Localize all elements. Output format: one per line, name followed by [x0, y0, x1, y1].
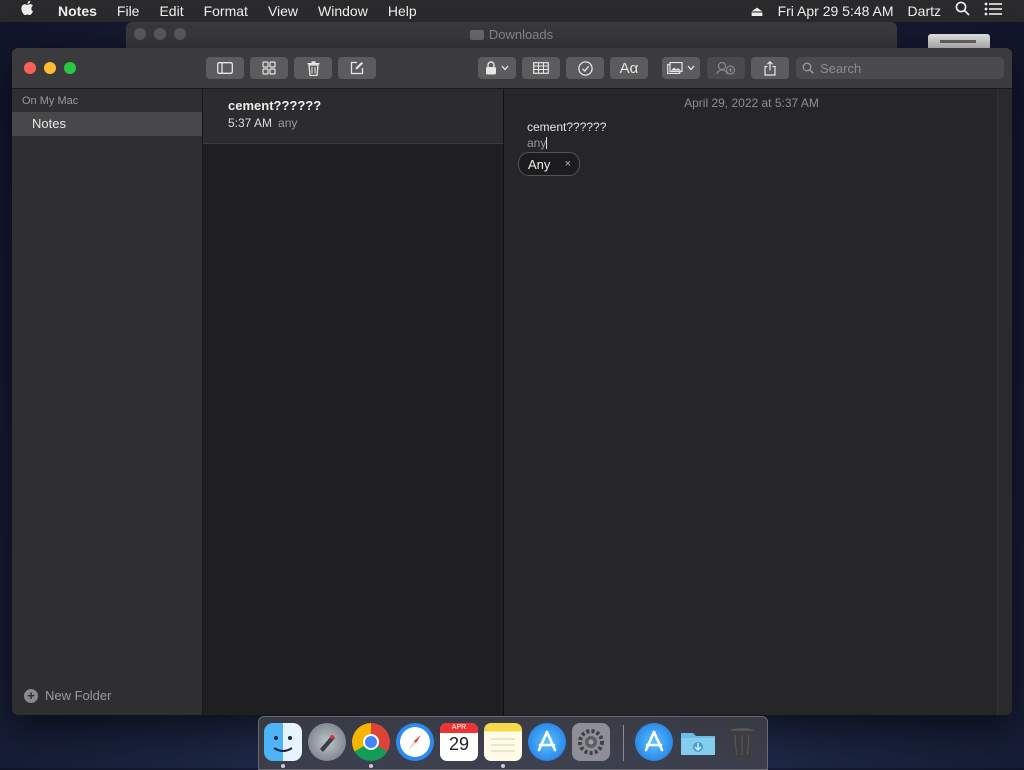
photo-icon [667, 62, 683, 74]
note-preview: any [278, 116, 298, 130]
trash-icon[interactable] [723, 723, 761, 761]
grid-icon [262, 61, 276, 75]
text-cursor [546, 137, 548, 149]
dock: APR 29 [258, 716, 768, 770]
checkmark-circle-icon [577, 60, 593, 76]
apple-menu-icon[interactable] [0, 0, 48, 23]
safari-icon[interactable] [396, 723, 434, 761]
chevron-down-icon [501, 65, 509, 71]
close-button[interactable] [24, 62, 36, 74]
table-button[interactable] [522, 57, 560, 79]
downloads-folder-icon[interactable] [679, 723, 717, 761]
sidebar-section-on-my-mac: On My Mac [22, 95, 79, 107]
downloads-window[interactable]: Downloads [126, 22, 897, 48]
trash-icon [307, 60, 319, 76]
search-icon [802, 62, 814, 74]
note-time: 5:37 AM [228, 116, 273, 130]
new-note-button[interactable] [338, 57, 376, 79]
notification-center-icon[interactable] [977, 0, 1024, 22]
share-button[interactable] [751, 57, 789, 79]
note-body-line-2[interactable]: any [527, 136, 548, 150]
chrome-icon[interactable] [352, 723, 390, 761]
app-store-folder-icon[interactable] [635, 723, 673, 761]
note-date: April 29, 2022 at 5:37 AM [684, 96, 819, 110]
menu-view[interactable]: View [258, 0, 308, 22]
system-preferences-icon[interactable] [572, 723, 610, 761]
scrollbar[interactable] [997, 89, 1012, 715]
menu-help[interactable]: Help [378, 0, 427, 22]
eject-icon[interactable]: ⏏ [743, 0, 770, 22]
note-body-line-1[interactable]: cement?????? [527, 120, 606, 134]
note-list: cement?????? 5:37 AM any [203, 89, 504, 715]
notes-app-icon[interactable] [484, 723, 522, 761]
minimize-button[interactable] [44, 62, 56, 74]
search-field[interactable]: Search [796, 57, 1004, 79]
menu-edit[interactable]: Edit [149, 0, 193, 22]
menu-clock[interactable]: Fri Apr 29 5:48 AM [771, 0, 901, 22]
folder-icon [469, 30, 484, 40]
calendar-icon[interactable]: APR 29 [440, 723, 478, 761]
gallery-view-button[interactable] [250, 57, 288, 79]
close-icon[interactable]: × [565, 158, 571, 170]
running-indicator [501, 764, 505, 768]
sidebar-icon [217, 62, 233, 74]
menu-file[interactable]: File [107, 0, 150, 22]
list-item[interactable]: cement?????? 5:37 AM any [203, 89, 503, 144]
calendar-day: 29 [448, 734, 470, 754]
delete-note-button[interactable] [294, 57, 332, 79]
launchpad-icon[interactable] [308, 723, 346, 761]
format-text-button[interactable]: Aα [610, 57, 648, 79]
compose-icon [350, 61, 364, 75]
add-people-button[interactable] [707, 57, 745, 79]
running-indicator [369, 764, 373, 768]
new-folder-button[interactable]: + New Folder [24, 688, 111, 703]
text-format-icon: Aα [619, 59, 639, 77]
menu-format[interactable]: Format [194, 0, 258, 22]
plus-circle-icon: + [24, 688, 38, 703]
window-controls [24, 62, 76, 74]
calendar-month: APR [440, 723, 478, 733]
note-title: cement?????? [228, 98, 322, 113]
checklist-button[interactable] [566, 57, 604, 79]
finder-icon[interactable] [264, 723, 302, 761]
sidebar-item-notes[interactable]: Notes [12, 112, 202, 136]
dock-separator [623, 725, 624, 761]
insert-media-button[interactable] [662, 57, 700, 79]
lock-icon [486, 61, 496, 75]
downloads-window-title: Downloads [488, 27, 554, 42]
menu-window[interactable]: Window [308, 0, 378, 22]
running-indicator [281, 764, 285, 768]
autocomplete-suggestion[interactable]: Any × [518, 152, 580, 176]
notes-window: Aα Search On My Mac Notes + New Folder c… [12, 48, 1012, 715]
search-input[interactable]: Search [820, 61, 1004, 76]
chevron-down-icon [687, 65, 695, 71]
share-icon [764, 60, 776, 76]
zoom-button[interactable] [64, 62, 76, 74]
menu-app-notes[interactable]: Notes [48, 0, 107, 22]
suggestion-label: Any [528, 156, 551, 172]
menu-bar: Notes File Edit Format View Window Help … [0, 0, 1024, 22]
toggle-sidebar-button[interactable] [206, 57, 244, 79]
sidebar: On My Mac Notes + New Folder [12, 89, 203, 715]
table-icon [533, 62, 549, 74]
toolbar: Aα Search [12, 48, 1012, 89]
sidebar-item-label: Notes [32, 116, 66, 131]
spotlight-search-icon[interactable] [948, 0, 977, 22]
add-people-icon [716, 61, 736, 75]
menu-user[interactable]: Dartz [901, 0, 948, 22]
lock-note-button[interactable] [478, 57, 516, 79]
note-editor[interactable]: April 29, 2022 at 5:37 AM cement?????? a… [504, 89, 1012, 715]
app-store-icon[interactable] [528, 723, 566, 761]
new-folder-label: New Folder [45, 688, 112, 703]
